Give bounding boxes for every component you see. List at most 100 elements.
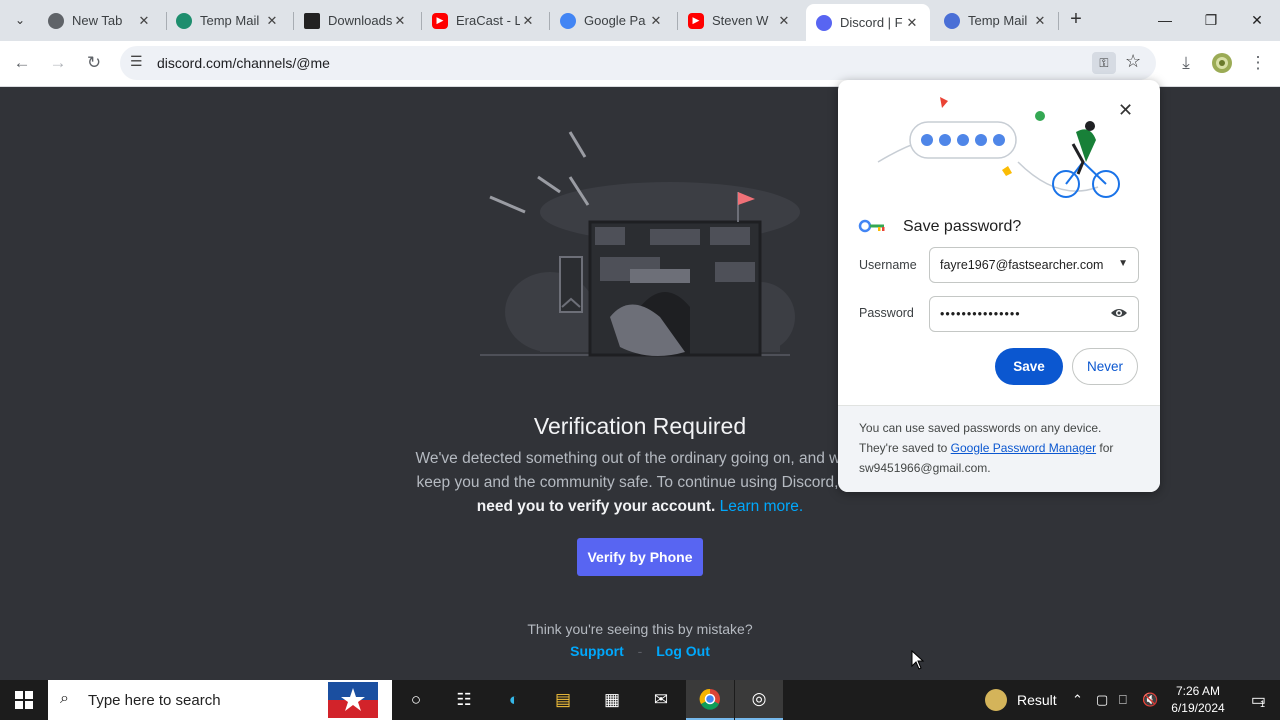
profile-avatar[interactable]: [1208, 49, 1236, 77]
tab-downloads[interactable]: Downloads ✕: [294, 4, 418, 37]
forward-arrow-icon[interactable]: →: [44, 49, 72, 77]
show-password-eye-icon[interactable]: [1110, 304, 1128, 322]
verify-by-phone-button[interactable]: Verify by Phone: [577, 538, 703, 576]
castle-illustration: [480, 131, 800, 357]
obs-icon[interactable]: ◎: [735, 680, 783, 720]
back-arrow-icon[interactable]: ←: [8, 49, 36, 77]
password-value: •••••••••••••••: [940, 307, 1021, 321]
windows-taskbar: ⌕ Type here to search ○ ☷ ◐ ▤ ▦ ✉ ◎ Resu…: [0, 680, 1280, 720]
tab-steven[interactable]: ▶ Steven W ✕: [678, 4, 802, 37]
tab-close-icon[interactable]: ✕: [520, 13, 536, 29]
support-link[interactable]: Support: [570, 643, 624, 659]
tab-close-icon[interactable]: ✕: [648, 13, 664, 29]
tab-title: New Tab: [72, 13, 123, 28]
tab-temp-mail-2[interactable]: Temp Mail ✕: [934, 4, 1058, 37]
password-manager-link[interactable]: Google Password Manager: [951, 441, 1096, 455]
tab-discord-active[interactable]: Discord | F ✕: [806, 4, 930, 41]
tab-title: EraCast - L: [456, 13, 520, 28]
tab-title: Steven W: [712, 13, 769, 28]
body-line-2: keep you and the community safe. To cont…: [416, 474, 843, 491]
tempmail-icon: [176, 12, 192, 29]
windows-start-icon[interactable]: [0, 680, 48, 720]
file-explorer-icon[interactable]: ▤: [539, 680, 587, 720]
mistake-text: Think you're seeing this by mistake?: [527, 621, 753, 637]
tab-close-icon[interactable]: ✕: [776, 13, 792, 29]
tab-search-chevron-icon[interactable]: ⌄: [8, 8, 32, 32]
cortana-icon[interactable]: ○: [392, 680, 440, 720]
tab-close-icon[interactable]: ✕: [264, 13, 280, 29]
password-label: Password: [859, 306, 914, 320]
youtube-icon: ▶: [432, 12, 448, 29]
taskbar-search-box[interactable]: ⌕ Type here to search: [48, 680, 392, 720]
search-placeholder: Type here to search: [88, 692, 221, 709]
tab-close-icon[interactable]: ✕: [1032, 13, 1048, 29]
reload-icon[interactable]: ↻: [80, 49, 108, 77]
downloads-icon[interactable]: ⤓: [1172, 49, 1200, 77]
google-icon: [560, 12, 576, 29]
save-password-popup: ✕ Save password? Username fayre1967@fast…: [838, 80, 1160, 492]
url-text[interactable]: discord.com/channels/@me: [157, 55, 330, 71]
window-close-icon[interactable]: ✕: [1234, 0, 1280, 40]
youtube-icon: ▶: [688, 12, 704, 29]
popup-title: Save password?: [903, 218, 1022, 235]
body-bold-line: need you to verify your account.: [476, 498, 716, 515]
tab-eracast[interactable]: ▶ EraCast - L ✕: [422, 4, 546, 37]
save-password-button[interactable]: Save: [995, 348, 1063, 385]
learn-more-link[interactable]: Learn more.: [720, 498, 804, 515]
tab-google-pay[interactable]: Google Pa ✕: [550, 4, 674, 37]
volume-muted-icon[interactable]: 🔇: [1142, 680, 1158, 720]
chrome-icon: [48, 12, 64, 29]
popup-footer: You can use saved passwords on any devic…: [838, 405, 1160, 492]
bookmark-star-icon[interactable]: ☆: [1125, 51, 1141, 72]
new-tab-plus-icon[interactable]: +: [1064, 8, 1088, 32]
tab-close-icon[interactable]: ✕: [136, 13, 152, 29]
dropdown-caret-icon[interactable]: ▼: [1118, 258, 1128, 269]
edge-icon[interactable]: ◐: [490, 680, 538, 720]
clock-date: 6/19/2024: [1171, 701, 1225, 715]
address-bar[interactable]: ☰ discord.com/channels/@me ⚿ ☆: [120, 46, 1156, 80]
minimize-icon[interactable]: —: [1142, 0, 1188, 40]
body-line-1: We've detected something out of the ordi…: [415, 450, 865, 467]
verification-body: We've detected something out of the ordi…: [390, 447, 890, 519]
username-field[interactable]: fayre1967@fastsearcher.com ▼: [929, 247, 1139, 283]
restore-icon[interactable]: ❐: [1188, 0, 1234, 40]
tray-label: Result: [1017, 692, 1057, 708]
key-icon: [858, 219, 885, 233]
tab-close-icon[interactable]: ✕: [392, 13, 408, 29]
system-clock[interactable]: 7:26 AM 6/19/2024: [1160, 683, 1236, 717]
support-links-row: Support - Log Out: [440, 643, 840, 659]
log-out-link[interactable]: Log Out: [656, 643, 710, 659]
site-settings-icon[interactable]: ☰: [130, 53, 143, 70]
tab-temp-mail[interactable]: Temp Mail ✕: [166, 4, 290, 37]
popup-close-icon[interactable]: ✕: [1118, 100, 1133, 121]
menu-kebab-icon[interactable]: ⋮: [1244, 49, 1272, 77]
show-hidden-icons-chevron[interactable]: ⌃: [1072, 680, 1083, 720]
tab-title: Temp Mail: [968, 13, 1028, 28]
link-separator: -: [637, 643, 643, 659]
network-icon[interactable]: ⎕: [1119, 680, 1127, 720]
tab-new-tab[interactable]: New Tab ✕: [38, 4, 162, 37]
result-tray-item[interactable]: Result: [985, 680, 1057, 720]
download-icon: [304, 12, 320, 29]
chrome-taskbar-icon[interactable]: [686, 680, 734, 720]
mouse-cursor-icon: [911, 650, 925, 670]
clock-time: 7:26 AM: [1175, 684, 1221, 698]
tab-close-icon[interactable]: ✕: [904, 15, 920, 31]
task-view-icon[interactable]: ☷: [440, 680, 488, 720]
search-icon: ⌕: [60, 690, 69, 707]
result-app-icon: [985, 689, 1007, 711]
never-button[interactable]: Never: [1072, 348, 1138, 385]
username-value: fayre1967@fastsearcher.com: [940, 258, 1104, 272]
device-icon[interactable]: ▢: [1096, 680, 1108, 720]
tempmail-icon: [944, 12, 960, 29]
password-hero-illustration: [877, 97, 1120, 198]
notification-center-icon[interactable]: ▭ 1: [1236, 680, 1280, 720]
tab-divider: [1058, 12, 1059, 30]
password-field[interactable]: •••••••••••••••: [929, 296, 1139, 332]
password-key-icon[interactable]: ⚿: [1092, 52, 1116, 74]
store-icon[interactable]: ▦: [588, 680, 636, 720]
tab-title: Google Pa: [584, 13, 646, 28]
mail-icon[interactable]: ✉: [637, 680, 685, 720]
notification-count: 1: [1260, 699, 1266, 709]
tab-title: Discord | F: [840, 15, 903, 30]
